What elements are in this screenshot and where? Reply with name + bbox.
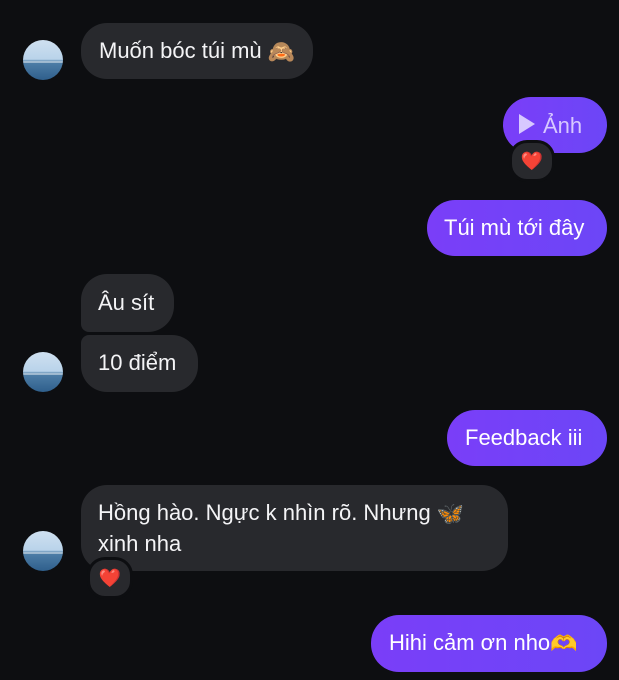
avatar[interactable] <box>23 40 63 80</box>
heart-reaction-icon[interactable]: ❤️ <box>87 557 133 599</box>
heart-hands-emoji-icon: 🫶 <box>550 631 578 657</box>
avatar[interactable] <box>23 531 63 571</box>
message-text: Túi mù tới đây <box>444 215 585 240</box>
message-text: Hihi cảm ơn nho <box>389 630 551 655</box>
butterfly-emoji-icon: 🦋 <box>436 501 465 527</box>
incoming-message[interactable]: Hồng hào. Ngực k nhìn rõ. Nhưng 🦋 xinh n… <box>81 485 508 571</box>
incoming-message[interactable]: Âu sít <box>81 274 174 332</box>
outgoing-message[interactable]: Feedback iii <box>447 410 607 466</box>
outgoing-message[interactable]: Túi mù tới đây <box>427 200 607 256</box>
incoming-message[interactable]: 10 điểm <box>81 335 198 392</box>
monkey-emoji-icon: 🙈 <box>267 39 296 65</box>
message-text: Hồng hào. Ngực k nhìn rõ. Nhưng <box>98 500 431 525</box>
message-text: Feedback iii <box>465 425 583 450</box>
message-text: Âu sít <box>98 290 155 315</box>
message-text: Muốn bóc túi mù <box>99 38 262 63</box>
photo-label: Ảnh <box>543 113 583 139</box>
incoming-message[interactable]: Muốn bóc túi mù 🙈 <box>81 23 314 79</box>
heart-reaction-icon[interactable]: ❤️ <box>509 140 555 182</box>
message-line-1: Hồng hào. Ngực k nhìn rõ. Nhưng 🦋 <box>98 498 508 529</box>
message-line-2: xinh nha <box>98 531 182 557</box>
outgoing-message[interactable]: Hihi cảm ơn nho🫶 <box>371 615 607 672</box>
message-text: 10 điểm <box>98 350 177 375</box>
play-icon <box>519 114 535 135</box>
chat-thread: Muốn bóc túi mù 🙈 Ảnh ❤️ Túi mù tới đây … <box>0 0 619 680</box>
avatar[interactable] <box>23 352 63 392</box>
